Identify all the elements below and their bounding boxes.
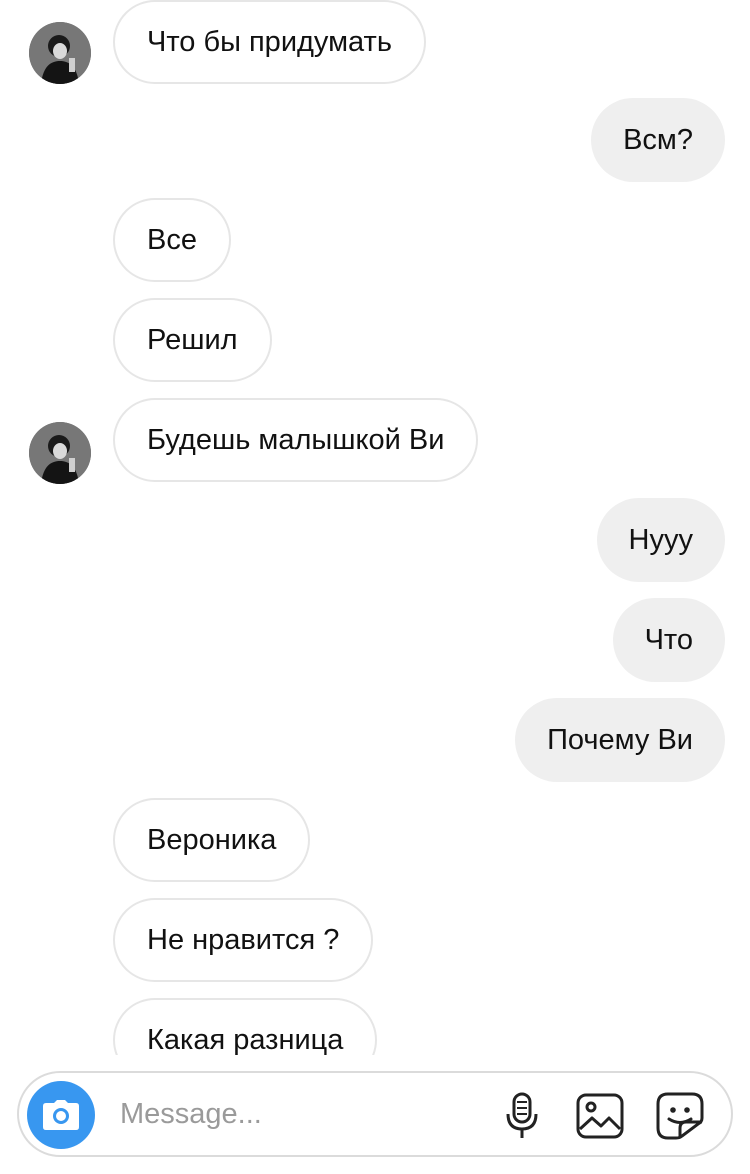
- message-bubble-incoming[interactable]: Что бы придумать: [113, 0, 426, 84]
- camera-icon: [43, 1100, 79, 1130]
- message-bubble-outgoing[interactable]: Почему Ви: [515, 698, 725, 782]
- message-thread[interactable]: Что бы придумать Всм? Все Решил Будешь м…: [0, 0, 750, 1055]
- microphone-icon: [506, 1092, 538, 1138]
- message-input[interactable]: [120, 1091, 480, 1137]
- message-bubble-incoming[interactable]: Решил: [113, 298, 272, 382]
- message-bubble-incoming[interactable]: Какая разница: [113, 998, 378, 1055]
- message-bubble-outgoing[interactable]: Что: [612, 598, 725, 682]
- sender-avatar[interactable]: [29, 22, 91, 84]
- sender-avatar[interactable]: [29, 422, 91, 484]
- message-bubble-incoming[interactable]: Все: [113, 198, 231, 282]
- message-bubble-incoming[interactable]: Будешь малышкой Ви: [113, 398, 479, 482]
- message-composer: [17, 1071, 733, 1157]
- microphone-button[interactable]: [497, 1091, 547, 1141]
- camera-button[interactable]: [27, 1081, 95, 1149]
- message-bubble-incoming[interactable]: Вероника: [113, 798, 311, 882]
- gallery-icon: [576, 1093, 624, 1139]
- gallery-button[interactable]: [575, 1091, 625, 1141]
- message-bubble-outgoing[interactable]: Нууу: [596, 498, 725, 582]
- sticker-icon: [656, 1092, 704, 1140]
- message-bubble-outgoing[interactable]: Всм?: [591, 98, 725, 182]
- sticker-button[interactable]: [655, 1091, 705, 1141]
- message-bubble-incoming[interactable]: Не нравится ?: [113, 898, 374, 982]
